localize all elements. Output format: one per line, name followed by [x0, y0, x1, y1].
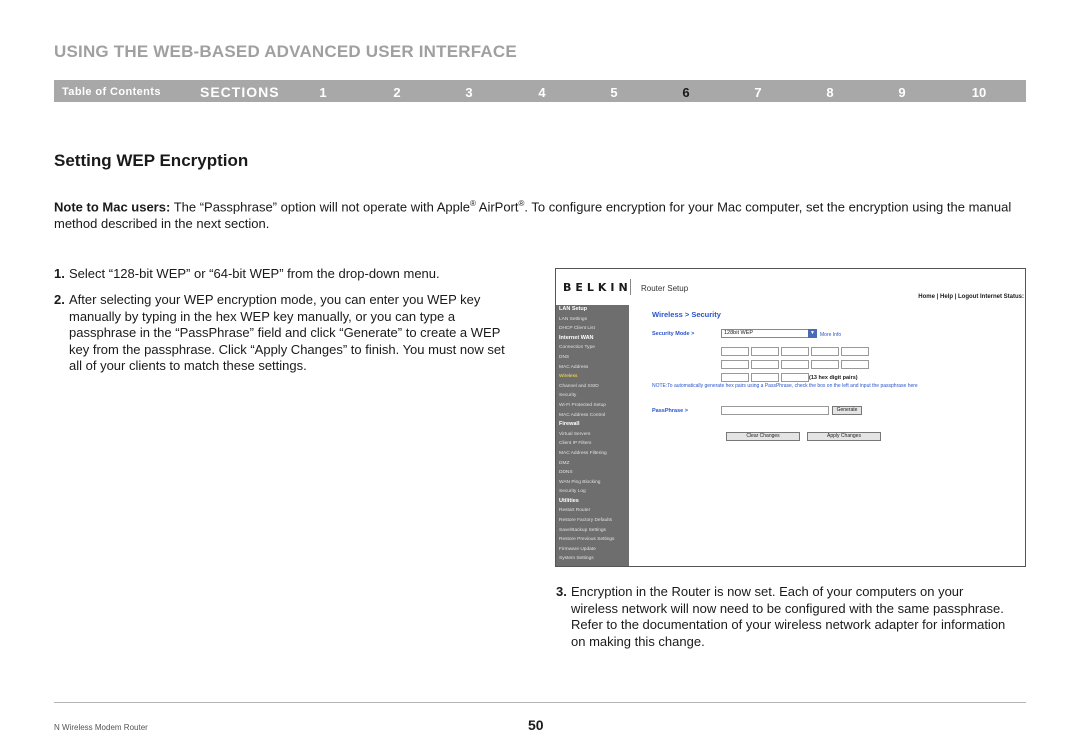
sidebar-menu-item[interactable]: Restart Router	[559, 506, 626, 516]
sidebar-menu-item[interactable]: Virtual Servers	[559, 430, 626, 440]
section-link-8[interactable]: 8	[815, 85, 845, 100]
sidebar-menu-item[interactable]: Wireless	[559, 372, 626, 382]
clear-changes-button[interactable]: Clear Changes	[726, 432, 800, 441]
section-link-10[interactable]: 10	[964, 85, 994, 100]
section-title: Setting WEP Encryption	[54, 151, 249, 170]
sidebar-menu-item[interactable]: Save/Backup Settings	[559, 526, 626, 536]
logo-divider	[630, 279, 631, 295]
security-mode-value: 128bit WEP	[724, 330, 754, 336]
section-link-1[interactable]: 1	[308, 85, 338, 100]
router-page-title: Wireless > Security	[652, 310, 721, 319]
more-info-link[interactable]: More Info	[820, 332, 841, 338]
security-mode-label: Security Mode >	[652, 331, 695, 337]
section-link-4[interactable]: 4	[527, 85, 557, 100]
passphrase-note: NOTE:To automatically generate hex pairs…	[652, 383, 918, 389]
footer-divider	[54, 702, 1026, 703]
chevron-down-icon[interactable]: ▼	[808, 329, 817, 338]
router-sidebar: LAN Setup LAN Settings DHCP Client List Int…	[556, 305, 629, 566]
sidebar-menu-item[interactable]: Security Log	[559, 487, 626, 497]
sidebar-menu-item[interactable]: Security	[559, 391, 626, 401]
sidebar-menu-item[interactable]: MAC Address	[559, 363, 626, 373]
sidebar-menu-item[interactable]: WAN Ping Blocking	[559, 478, 626, 488]
sidebar-menu-item[interactable]: Restore Factory Defaults	[559, 516, 626, 526]
hex-key-field[interactable]	[781, 347, 809, 356]
section-link-3[interactable]: 3	[454, 85, 484, 100]
hex-key-field[interactable]	[721, 373, 749, 382]
hex-key-field[interactable]	[811, 347, 839, 356]
hex-key-field[interactable]	[781, 360, 809, 369]
step-text: Select “128-bit WEP” or “64-bit WEP” fro…	[69, 266, 440, 281]
sidebar-menu-item[interactable]: DHCP Client List	[559, 324, 626, 334]
table-of-contents-link[interactable]: Table of Contents	[62, 86, 161, 98]
passphrase-input[interactable]	[721, 406, 829, 415]
sidebar-section-heading: Utilities	[559, 497, 579, 504]
section-link-6[interactable]: 6	[671, 85, 701, 100]
belkin-logo: BELKIN	[563, 281, 632, 294]
passphrase-label: PassPhrase >	[652, 408, 688, 414]
sidebar-menu-item[interactable]: Channel and SSID	[559, 382, 626, 392]
step-number: 1.	[54, 266, 65, 281]
sidebar-section-heading: Internet WAN	[559, 334, 594, 341]
sidebar-menu-item[interactable]: MAC Address Filtering	[559, 449, 626, 459]
sidebar-menu-item[interactable]: Firmware Update	[559, 545, 626, 555]
security-mode-select[interactable]: 128bit WEP ▼	[721, 329, 817, 338]
sidebar-menu-item[interactable]: System Settings	[559, 554, 626, 564]
hex-key-field[interactable]	[751, 347, 779, 356]
sidebar-menu-item[interactable]: LAN Settings	[559, 315, 626, 325]
generate-button[interactable]: Generate	[832, 406, 862, 415]
hex-key-field[interactable]	[811, 360, 839, 369]
step-item: 3. Encryption in the Router is now set. …	[556, 584, 1006, 650]
section-link-2[interactable]: 2	[382, 85, 412, 100]
hex-key-field[interactable]	[721, 360, 749, 369]
sidebar-menu-item[interactable]: DNS	[559, 353, 626, 363]
note-text: AirPort	[475, 199, 519, 215]
mac-users-note: Note to Mac users: The “Passphrase” opti…	[54, 195, 1029, 232]
section-link-9[interactable]: 9	[887, 85, 917, 100]
router-top-links[interactable]: Home | Help | Logout Internet Status:	[918, 294, 1024, 300]
hex-key-field[interactable]	[841, 360, 869, 369]
sidebar-menu-item[interactable]: DDNS	[559, 468, 626, 478]
page-header-title: USING THE WEB-BASED ADVANCED USER INTERF…	[54, 42, 517, 61]
hex-pairs-note: (13 hex digit pairs)	[809, 375, 858, 381]
note-label: Note to Mac users:	[54, 199, 171, 215]
sections-label: SECTIONS	[200, 84, 280, 100]
apply-changes-button[interactable]: Apply Changes	[807, 432, 881, 441]
sidebar-menu-item[interactable]: DMZ	[559, 459, 626, 469]
router-header: BELKIN Router Setup Home | Help | Logout…	[556, 269, 1025, 305]
step-item: 2. After selecting your WEP encryption m…	[54, 292, 514, 375]
hex-key-field[interactable]	[841, 347, 869, 356]
section-navbar: Table of Contents SECTIONS 1 2 3 4 5 6 7…	[54, 80, 1026, 102]
step-text: After selecting your WEP encryption mode…	[69, 292, 505, 373]
sidebar-menu-item[interactable]: Client IP Filters	[559, 439, 626, 449]
router-setup-screenshot: BELKIN Router Setup Home | Help | Logout…	[555, 268, 1026, 567]
router-setup-label: Router Setup	[641, 284, 689, 293]
section-link-5[interactable]: 5	[599, 85, 629, 100]
hex-key-field[interactable]	[751, 373, 779, 382]
section-link-7[interactable]: 7	[743, 85, 773, 100]
router-main-panel: Wireless > Security Security Mode > 128b…	[629, 305, 1025, 566]
page-number: 50	[528, 717, 544, 733]
sidebar-menu-item[interactable]: Wi-Fi Protected Setup	[559, 401, 626, 411]
sidebar-section-heading: LAN Setup	[559, 306, 588, 312]
step-item: 1. Select “128-bit WEP” or “64-bit WEP” …	[54, 266, 514, 283]
sidebar-menu-item[interactable]: Connection Type	[559, 343, 626, 353]
hex-key-field[interactable]	[721, 347, 749, 356]
hex-key-field[interactable]	[781, 373, 809, 382]
step-text: Encryption in the Router is now set. Eac…	[571, 584, 1006, 649]
sidebar-menu-item[interactable]: Restore Previous Settings	[559, 535, 626, 545]
sidebar-section-heading: Firewall	[559, 421, 580, 428]
footer-product-name: N Wireless Modem Router	[54, 723, 148, 732]
step-number: 3.	[556, 584, 567, 599]
hex-key-field[interactable]	[751, 360, 779, 369]
note-text: The “Passphrase” option will not operate…	[170, 199, 470, 215]
sidebar-menu-item[interactable]: MAC Address Control	[559, 411, 626, 421]
step-number: 2.	[54, 292, 65, 307]
